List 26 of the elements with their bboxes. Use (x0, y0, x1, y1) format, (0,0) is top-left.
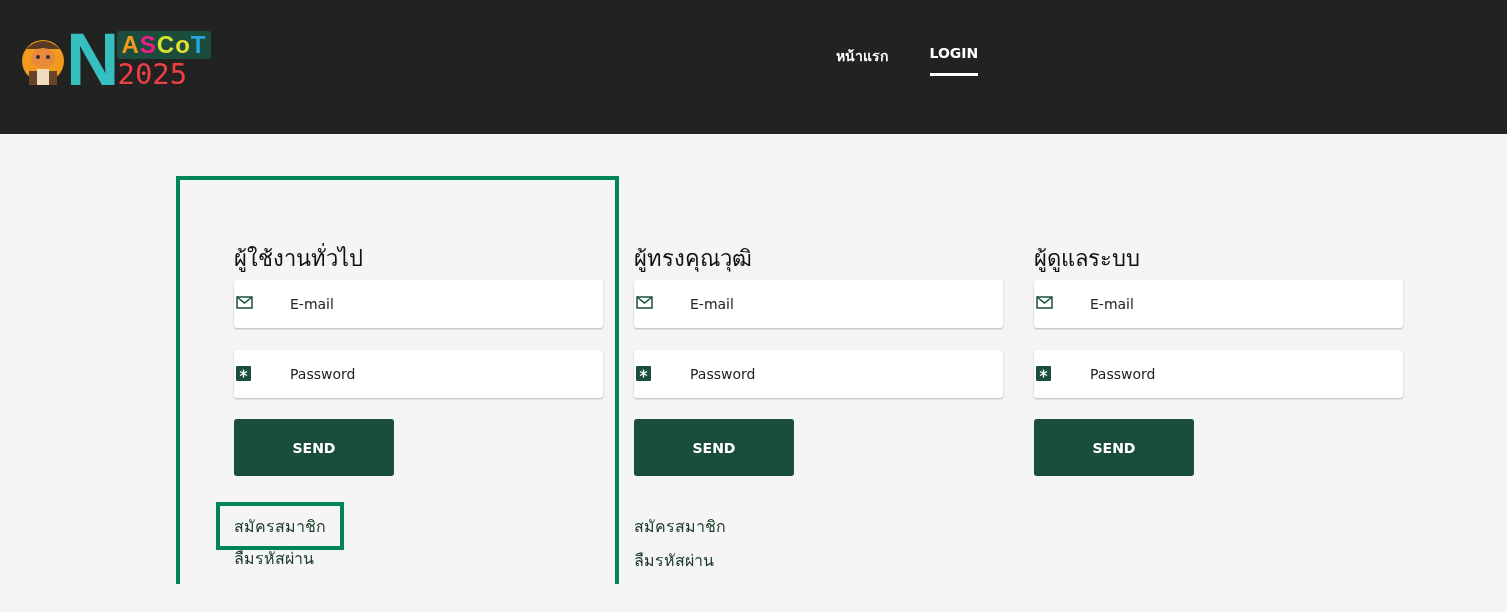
nav-link[interactable]: หน้าแรก (835, 44, 888, 76)
logo-letter: N (66, 23, 120, 97)
asterisk-icon (1036, 366, 1051, 381)
mail-icon (636, 296, 653, 309)
text-link[interactable]: ลืมรหัสผ่าน (234, 548, 314, 570)
nav-link[interactable]: LOGIN (929, 44, 979, 76)
email-field[interactable]: E-mail (634, 280, 1003, 328)
asterisk-icon (636, 366, 651, 381)
mail-icon (1036, 296, 1053, 309)
mail-icon (236, 296, 253, 309)
text-link[interactable]: ลืมรหัสผ่าน (634, 550, 714, 572)
send-button[interactable]: SEND (234, 419, 394, 476)
password-field[interactable]: Password (1034, 350, 1403, 398)
email-field[interactable]: E-mail (234, 280, 603, 328)
send-button[interactable]: SEND (1034, 419, 1194, 476)
text-link[interactable]: สมัครสมาชิก (634, 516, 726, 538)
panel-title: ผู้ทรงคุณวุฒิ (634, 246, 753, 272)
panel-title: ผู้ดูแลระบบ (1034, 246, 1141, 272)
asterisk-icon (236, 366, 251, 381)
password-field[interactable]: Password (234, 350, 603, 398)
password-field[interactable]: Password (634, 350, 1003, 398)
email-field[interactable]: E-mail (1034, 280, 1403, 328)
text-link[interactable]: สมัครสมาชิก (216, 502, 344, 550)
send-button[interactable]: SEND (634, 419, 794, 476)
logo-word: ASCoT (117, 31, 211, 59)
logo-year: 2025 (117, 59, 189, 89)
